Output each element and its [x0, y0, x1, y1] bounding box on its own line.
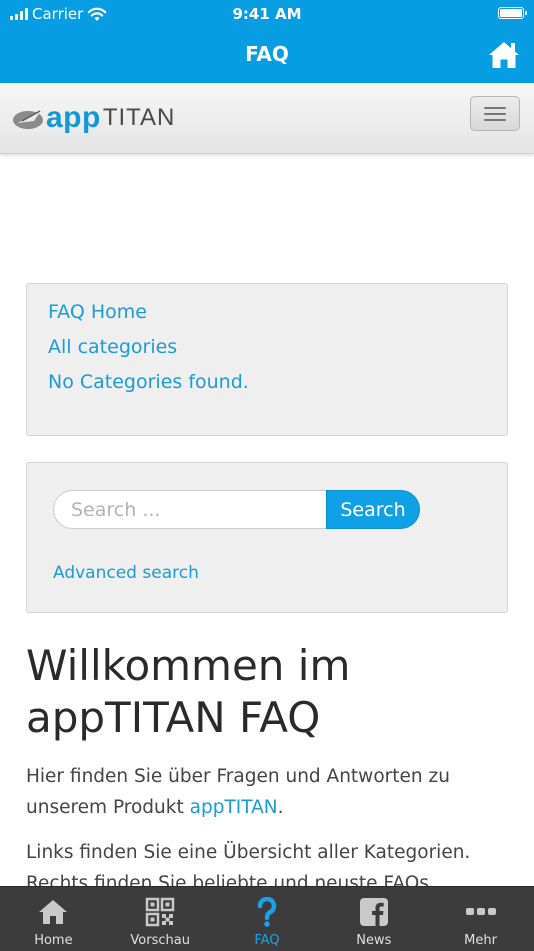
facebook-icon [359, 898, 388, 926]
logo-titan-text: TITAN [102, 104, 176, 131]
tab-faq[interactable]: FAQ [214, 887, 321, 951]
nav-title: FAQ [245, 42, 289, 66]
status-bar: Carrier 9:41 AM [0, 0, 534, 28]
search-button[interactable]: Search [326, 490, 420, 529]
tab-mehr-label: Mehr [464, 933, 497, 948]
tab-vorschau[interactable]: Vorschau [107, 887, 214, 951]
home-button[interactable] [488, 40, 520, 70]
faq-nav-panel: FAQ Home All categories No Categories fo… [26, 283, 508, 436]
search-group: Search [53, 490, 420, 529]
search-input[interactable] [53, 490, 326, 529]
tab-news-label: News [356, 933, 392, 948]
logo-mark-icon [13, 109, 43, 129]
hamburger-icon-bar [484, 119, 506, 121]
no-categories-link[interactable]: No Categories found. [48, 371, 249, 393]
hamburger-icon-bar [484, 107, 506, 109]
home-icon [39, 900, 68, 924]
home-icon [489, 42, 519, 68]
tab-home-label: Home [34, 933, 73, 948]
menu-toggle-button[interactable] [470, 96, 520, 131]
search-panel: Search Advanced search [26, 462, 508, 613]
qr-code-icon [145, 897, 175, 927]
more-dots-icon [465, 908, 496, 915]
all-categories-link[interactable]: All categories [48, 336, 177, 358]
tab-mehr[interactable]: Mehr [427, 887, 534, 951]
status-time: 9:41 AM [232, 5, 302, 23]
question-mark-icon [257, 897, 277, 927]
battery-icon [498, 7, 527, 19]
tab-bar: Home Vorschau FAQ News Mehr [0, 886, 534, 951]
tab-home[interactable]: Home [0, 887, 107, 951]
nav-bar: FAQ [0, 28, 534, 83]
tab-faq-label: FAQ [254, 933, 280, 948]
site-header: app TITAN [0, 83, 534, 154]
apptitan-link[interactable]: appTITAN [190, 797, 278, 818]
tab-vorschau-label: Vorschau [130, 933, 190, 948]
tab-news[interactable]: News [320, 887, 427, 951]
logo-app-text: app [46, 101, 101, 134]
welcome-heading: Willkommen im appTITAN FAQ [26, 641, 351, 742]
advanced-search-link[interactable]: Advanced search [53, 563, 199, 583]
intro-period: . [277, 797, 284, 818]
apptitan-logo[interactable]: app TITAN [12, 101, 175, 135]
hamburger-icon-bar [484, 113, 506, 115]
intro-paragraph: Hier finden Sie über Fragen und Antworte… [26, 761, 516, 823]
faq-home-link[interactable]: FAQ Home [48, 301, 147, 323]
